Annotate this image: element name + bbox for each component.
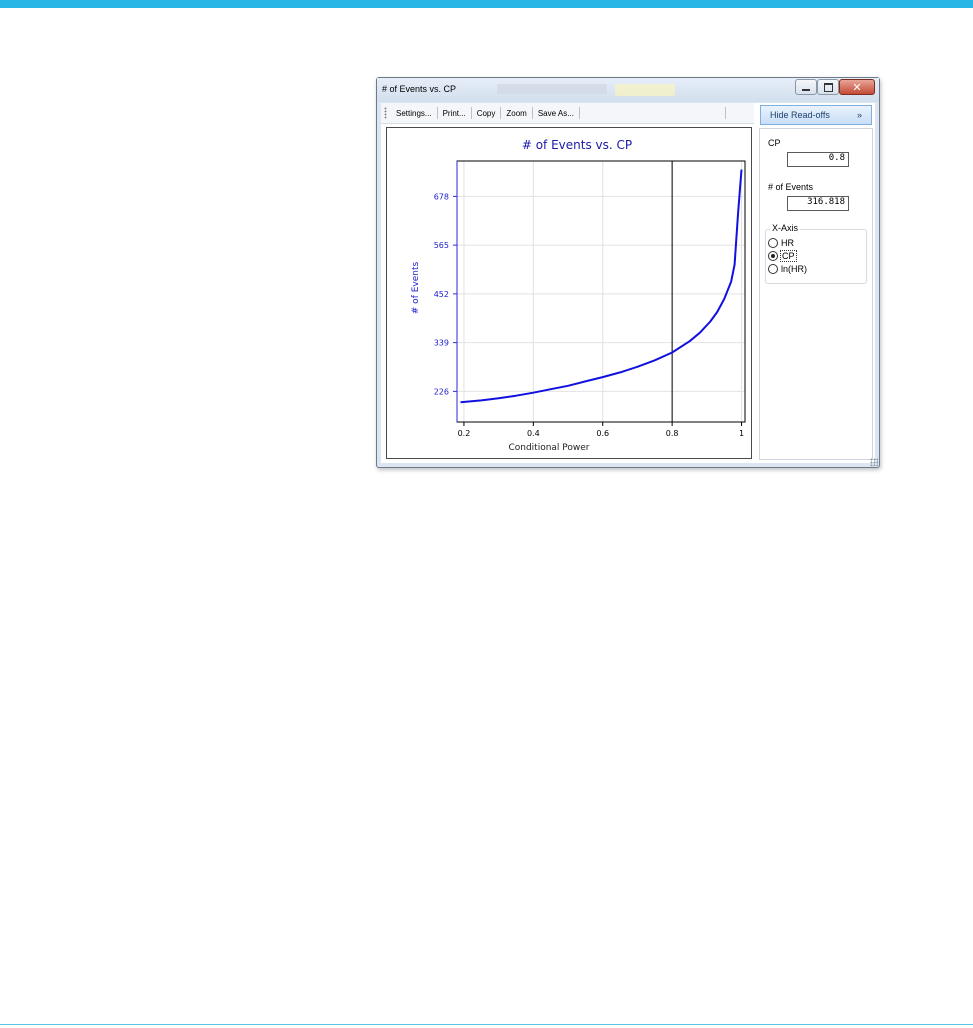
- double-chevron-right-icon: »: [856, 110, 862, 120]
- y-tick-label: 452: [434, 290, 449, 299]
- blurred-background-text: [497, 84, 607, 94]
- events-vs-cp-chart: 0.2 0.4 0.6 0.8 1 226 339 452 565 678 # of Events …: [411, 138, 746, 453]
- y-axis-label: # of Events: [411, 261, 421, 314]
- hide-readoffs-label: Hide Read-offs: [770, 110, 830, 120]
- events-input[interactable]: 316.818: [787, 196, 849, 211]
- y-tick-label: 339: [434, 339, 449, 348]
- radio-button-checked-icon[interactable]: [768, 251, 778, 261]
- radio-button-icon[interactable]: [768, 238, 778, 248]
- save-as-button[interactable]: Save As...: [533, 109, 579, 118]
- toolbar-grip-icon[interactable]: [384, 107, 387, 119]
- x-tick-label: 0.6: [596, 429, 609, 438]
- maximize-icon: [823, 82, 833, 92]
- events-label: # of Events: [768, 182, 814, 192]
- x-axis-option-cp[interactable]: CP: [768, 250, 797, 262]
- cp-label: CP: [768, 138, 781, 148]
- hide-readoffs-button[interactable]: Hide Read-offs »: [760, 105, 872, 125]
- toolbar-separator: [578, 107, 580, 119]
- blurred-background-field: [615, 84, 675, 96]
- close-button[interactable]: ✕: [839, 79, 875, 95]
- minimize-icon: [802, 89, 810, 91]
- chart-title: # of Events vs. CP: [522, 138, 632, 152]
- readoff-panel: Hide Read-offs » CP 0.8 # of Events 316.…: [759, 103, 875, 463]
- close-icon: ✕: [852, 80, 862, 94]
- chart-window: # of Events vs. CP ✕ Settings... Print..…: [376, 77, 880, 468]
- x-axis-option-lnhr[interactable]: ln(HR): [768, 263, 807, 275]
- radio-button-icon[interactable]: [768, 264, 778, 274]
- chart-toolbar: Settings... Print... Copy Zoom Save As..…: [381, 103, 754, 124]
- minimize-button[interactable]: [795, 79, 817, 95]
- window-content: Settings... Print... Copy Zoom Save As..…: [381, 103, 875, 463]
- window-titlebar[interactable]: # of Events vs. CP ✕: [377, 78, 879, 102]
- readoff-box: CP 0.8 # of Events 316.818 X-Axis HR CP: [759, 128, 873, 460]
- x-tick-label: 0.4: [527, 429, 540, 438]
- maximize-button[interactable]: [817, 79, 839, 95]
- x-axis-group: X-Axis HR CP ln(HR): [765, 223, 867, 284]
- settings-button[interactable]: Settings...: [391, 109, 437, 118]
- x-axis-option-label: ln(HR): [781, 264, 807, 274]
- x-axis-group-title: X-Axis: [770, 223, 801, 233]
- y-tick-label: 565: [434, 241, 449, 250]
- x-axis-option-hr[interactable]: HR: [768, 237, 794, 249]
- plot-area-frame: [456, 160, 746, 423]
- x-axis-option-label: HR: [781, 238, 794, 248]
- x-axis-option-label: CP: [780, 250, 797, 262]
- top-accent-bar: [0, 0, 973, 8]
- zoom-button[interactable]: Zoom: [501, 109, 531, 118]
- bottom-accent-line: [0, 1024, 973, 1025]
- copy-button[interactable]: Copy: [472, 109, 501, 118]
- y-tick-label: 226: [434, 387, 449, 396]
- x-tick-label: 1: [739, 429, 744, 438]
- x-tick-label: 0.8: [666, 429, 679, 438]
- window-title: # of Events vs. CP: [382, 84, 457, 94]
- print-button[interactable]: Print...: [438, 109, 471, 118]
- cp-input[interactable]: 0.8: [787, 152, 849, 167]
- chart-panel[interactable]: 0.2 0.4 0.6 0.8 1 226 339 452 565 678 # of Events …: [386, 127, 752, 459]
- toolbar-end-separator: [725, 107, 726, 119]
- resize-grip-icon[interactable]: [870, 458, 878, 466]
- y-tick-label: 678: [434, 192, 449, 201]
- x-tick-label: 0.2: [458, 429, 471, 438]
- x-axis-label: Conditional Power: [508, 443, 589, 453]
- events-curve: [460, 169, 743, 404]
